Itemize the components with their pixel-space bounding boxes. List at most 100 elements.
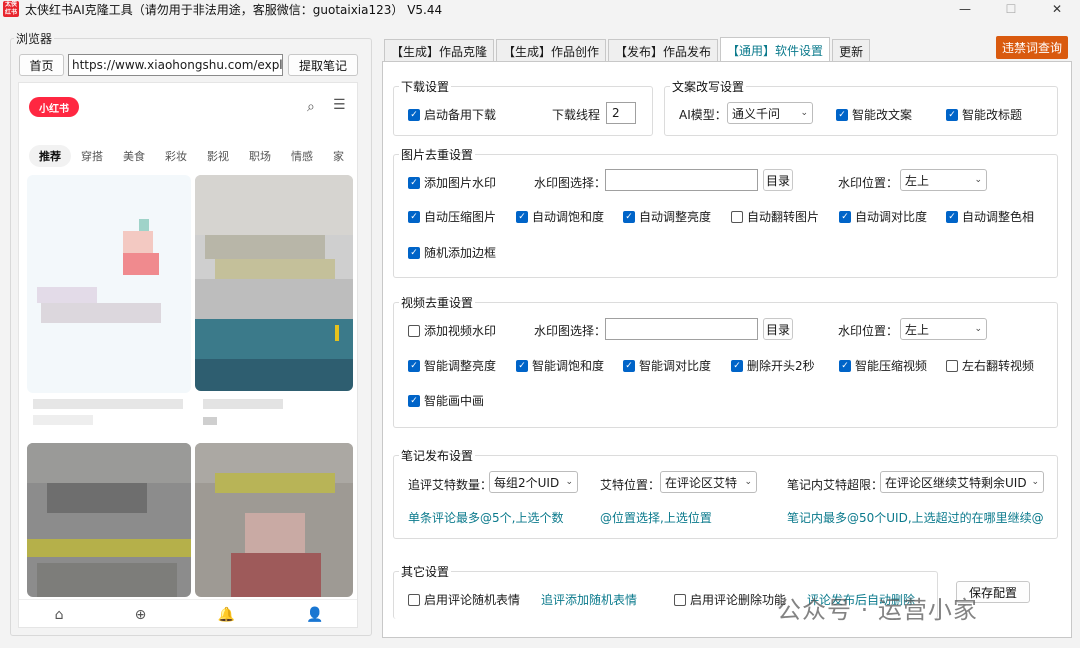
ai-model-select[interactable]: 通义千问 ⌄	[727, 102, 813, 124]
feed-card[interactable]	[195, 443, 353, 597]
random-emoji-checkbox[interactable]: 启用评论随机表情	[408, 591, 520, 608]
xhs-tab[interactable]: 彩妆	[155, 145, 197, 167]
chevron-down-icon: ⌄	[1031, 477, 1039, 487]
fetch-note-button[interactable]: 提取笔记	[288, 54, 358, 76]
image-wm-pos-select[interactable]: 左上 ⌄	[900, 169, 987, 191]
feed-card[interactable]	[27, 175, 191, 393]
xhs-tab[interactable]: 影视	[197, 145, 239, 167]
chevron-down-icon: ⌄	[974, 324, 982, 334]
add-icon[interactable]: ⊕	[135, 607, 147, 623]
profile-icon[interactable]: 👤	[306, 607, 323, 623]
image-dir-button[interactable]: 目录	[763, 169, 793, 191]
ban-word-query-button[interactable]: 违禁词查询	[996, 36, 1068, 59]
tab-settings[interactable]: 【通用】软件设置	[720, 37, 831, 62]
check-icon: ✓	[839, 359, 851, 372]
search-icon[interactable]: ⌕	[307, 99, 315, 115]
video-opt-contrast[interactable]: ✓ 智能调对比度	[623, 357, 711, 374]
check-icon: ✓	[408, 359, 420, 372]
image-opt-saturation[interactable]: ✓ 自动调饱和度	[516, 208, 604, 225]
video-wm-pos-label: 水印位置：	[838, 324, 899, 338]
home-icon[interactable]: ⌂	[55, 607, 64, 623]
check-icon: ✓	[516, 210, 528, 223]
chevron-down-icon: ⌄	[744, 477, 752, 487]
chevron-down-icon: ⌄	[974, 175, 982, 185]
xhs-tab[interactable]: 情感	[281, 145, 323, 167]
video-opt-compress[interactable]: ✓ 智能压缩视频	[839, 357, 927, 374]
check-icon: ✓	[946, 108, 958, 121]
follow-count-label: 追评艾特数量：	[408, 478, 493, 492]
random-emoji-hint: 追评添加随机表情	[541, 593, 638, 607]
browser-label: 浏览器	[14, 30, 55, 47]
web-view[interactable]: 小红书 ⌕ ☰ 推荐 穿搭 美食 彩妆 影视 职场 情感 家 ⌂ ⊕ 🔔 👤	[18, 82, 358, 628]
smart-title-checkbox[interactable]: ✓ 智能改标题	[946, 106, 1022, 123]
image-opt-compress[interactable]: ✓ 自动压缩图片	[408, 208, 496, 225]
image-wm-select-label: 水印图选择：	[534, 176, 607, 190]
image-opt-flip[interactable]: 自动翻转图片	[731, 208, 819, 225]
image-opt-border[interactable]: ✓ 随机添加边框	[408, 244, 496, 261]
download-settings-title: 下载设置	[399, 78, 452, 95]
delete-comment-checkbox[interactable]: 启用评论删除功能	[674, 591, 786, 608]
app-logo-icon: 太侠 红书	[3, 1, 19, 17]
ai-model-label: AI模型：	[679, 108, 727, 122]
video-opt-flip[interactable]: 左右翻转视频	[946, 357, 1034, 374]
notification-icon[interactable]: 🔔	[217, 607, 234, 623]
follow-count-select[interactable]: 每组2个UID ⌄	[489, 471, 578, 493]
tab-update[interactable]: 更新	[832, 39, 871, 62]
video-opt-saturation[interactable]: ✓ 智能调饱和度	[516, 357, 604, 374]
close-button[interactable]: ✕	[1034, 0, 1080, 18]
video-wm-select-label: 水印图选择：	[534, 324, 607, 338]
threads-label: 下载线程	[552, 108, 601, 122]
maximize-button[interactable]: ☐	[988, 0, 1034, 18]
xhs-tab[interactable]: 美食	[113, 145, 155, 167]
xhs-tab[interactable]: 职场	[239, 145, 281, 167]
watermark-overlay: 公众号 · 运营小家	[777, 596, 978, 624]
at-position-hint: @位置选择,上选位置	[600, 511, 712, 525]
check-icon: ✓	[731, 359, 743, 372]
backup-download-checkbox[interactable]: ✓ 启动备用下载	[408, 106, 496, 123]
image-opt-brightness[interactable]: ✓ 自动调整亮度	[623, 208, 711, 225]
home-button[interactable]: 首页	[19, 54, 64, 76]
main-tabs: 【生成】作品克隆 【生成】作品创作 【发布】作品发布 【通用】软件设置 更新	[384, 37, 872, 62]
video-opt-brightness[interactable]: ✓ 智能调整亮度	[408, 357, 496, 374]
image-watermark-checkbox[interactable]: ✓ 添加图片水印	[408, 174, 496, 191]
check-icon: ✓	[623, 210, 635, 223]
chevron-down-icon: ⌄	[800, 108, 808, 118]
video-settings-title: 视频去重设置	[399, 294, 476, 311]
xhs-tab[interactable]: 推荐	[29, 145, 71, 167]
tab-create[interactable]: 【生成】作品创作	[496, 39, 607, 62]
video-wm-pos-select[interactable]: 左上 ⌄	[900, 318, 987, 340]
xhs-logo[interactable]: 小红书	[29, 97, 79, 117]
other-settings-title: 其它设置	[399, 563, 452, 580]
video-opt-pip[interactable]: ✓ 智能画中画	[408, 392, 484, 409]
video-opt-trim-start[interactable]: ✓ 删除开头2秒	[731, 357, 815, 374]
check-icon: ✓	[516, 359, 528, 372]
check-icon: ✓	[408, 394, 420, 407]
check-icon: ✓	[836, 108, 848, 121]
menu-icon[interactable]: ☰	[333, 97, 346, 113]
publish-settings-title: 笔记发布设置	[399, 447, 476, 464]
image-opt-contrast[interactable]: ✓ 自动调对比度	[839, 208, 927, 225]
at-limit-label: 笔记内艾特超限：	[787, 478, 884, 492]
smart-copy-checkbox[interactable]: ✓ 智能改文案	[836, 106, 912, 123]
image-wm-path-input[interactable]	[605, 169, 758, 191]
at-limit-select[interactable]: 在评论区继续艾特剩余UID ⌄	[880, 471, 1044, 493]
video-wm-path-input[interactable]	[605, 318, 758, 340]
video-watermark-checkbox[interactable]: 添加视频水印	[408, 322, 496, 339]
xhs-tab[interactable]: 家	[323, 145, 354, 167]
follow-count-hint: 单条评论最多@5个,上选个数	[408, 511, 564, 525]
feed-card[interactable]	[195, 175, 353, 391]
xhs-tab[interactable]: 穿搭	[71, 145, 113, 167]
tab-clone[interactable]: 【生成】作品克隆	[384, 39, 495, 62]
url-input[interactable]: https://www.xiaohongshu.com/explor	[68, 54, 283, 76]
image-wm-pos-label: 水印位置：	[838, 176, 899, 190]
check-icon: ✓	[408, 176, 420, 189]
at-position-label: 艾特位置：	[600, 478, 661, 492]
tab-publish[interactable]: 【发布】作品发布	[608, 39, 719, 62]
rewrite-settings-title: 文案改写设置	[670, 78, 747, 95]
minimize-button[interactable]: —	[942, 0, 988, 18]
at-position-select[interactable]: 在评论区艾特 ⌄	[660, 471, 757, 493]
feed-card[interactable]	[27, 443, 191, 597]
video-dir-button[interactable]: 目录	[763, 318, 793, 340]
image-opt-hue[interactable]: ✓ 自动调整色相	[946, 208, 1034, 225]
threads-input[interactable]: 2	[606, 102, 636, 124]
